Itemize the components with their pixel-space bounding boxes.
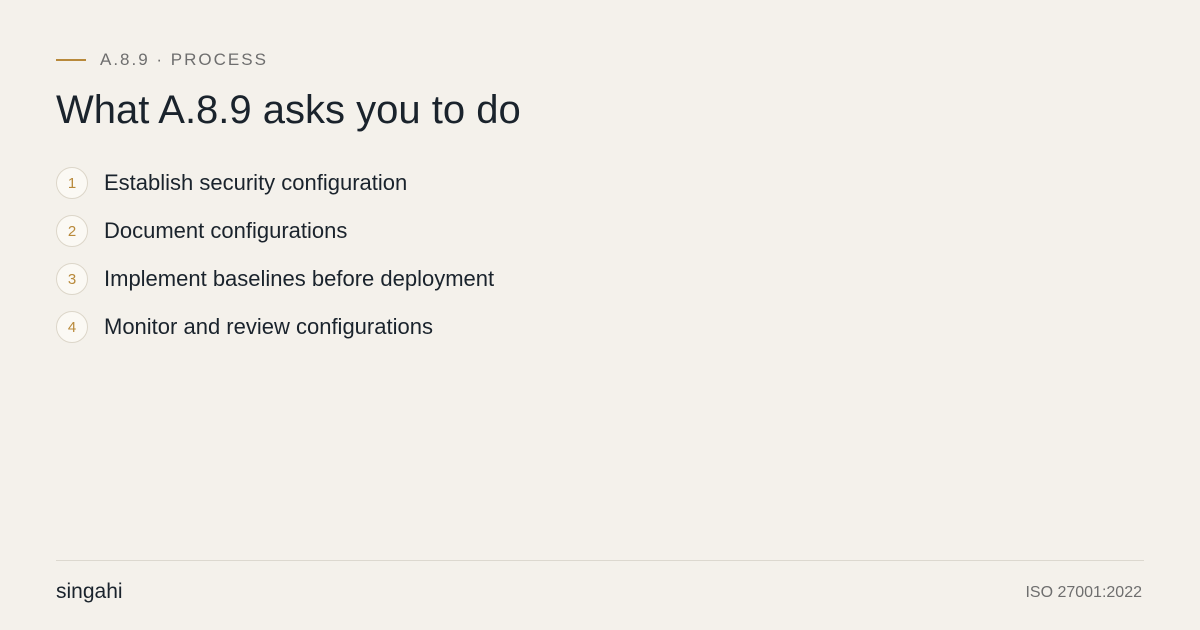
step-number-badge: 3 xyxy=(56,263,88,295)
process-step-list: 1 Establish security configuration 2 Doc… xyxy=(56,165,494,357)
step-number-badge: 4 xyxy=(56,311,88,343)
process-step: 2 Document configurations xyxy=(56,213,494,249)
step-label: Document configurations xyxy=(104,218,348,243)
eyebrow-accent-line xyxy=(56,59,86,61)
step-label: Establish security configuration xyxy=(104,170,408,195)
step-label: Monitor and review configurations xyxy=(104,314,433,339)
eyebrow-label: A.8.9 · PROCESS xyxy=(100,50,268,69)
standard-reference: ISO 27001:2022 xyxy=(1025,584,1142,601)
process-step: 4 Monitor and review configurations xyxy=(56,309,494,345)
brand-name: singahi xyxy=(56,580,123,603)
step-label: Implement baselines before deployment xyxy=(104,266,495,291)
process-step: 1 Establish security configuration xyxy=(56,165,494,201)
step-number-badge: 1 xyxy=(56,167,88,199)
section-eyebrow: A.8.9 · PROCESS xyxy=(56,50,268,70)
step-number-badge: 2 xyxy=(56,215,88,247)
process-step: 3 Implement baselines before deployment xyxy=(56,261,494,297)
page-title: What A.8.9 asks you to do xyxy=(56,88,521,132)
footer-divider xyxy=(56,560,1144,561)
